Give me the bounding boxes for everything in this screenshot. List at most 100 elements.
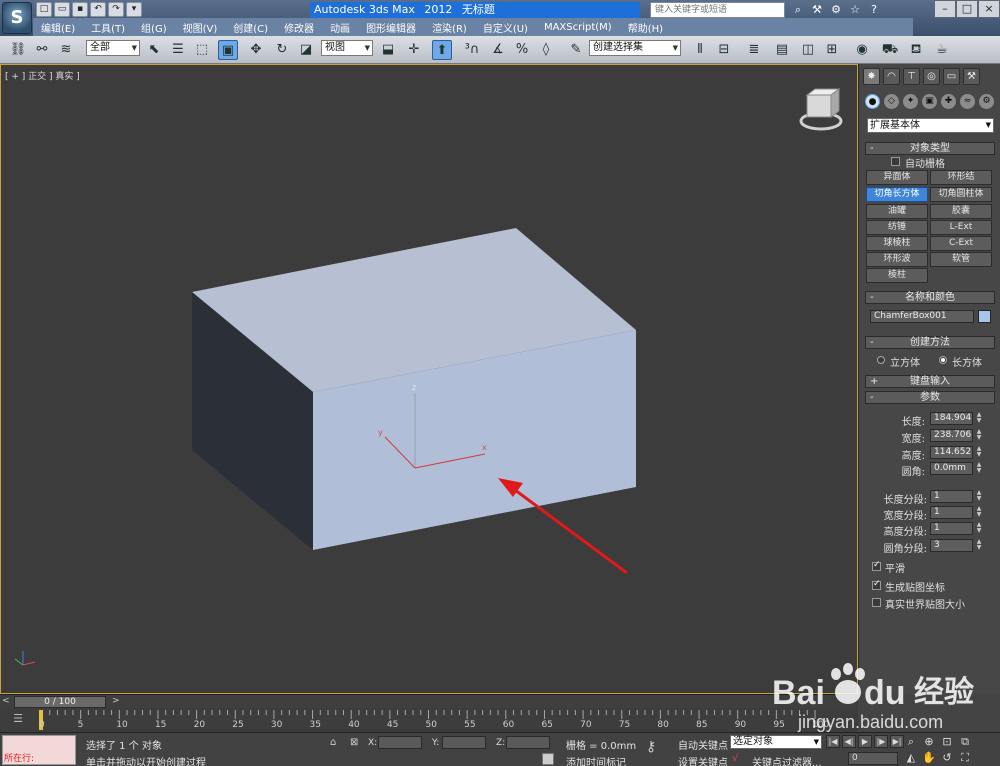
select-object-icon[interactable]: ⬉ — [144, 40, 164, 60]
ringwave-button[interactable]: 环形波 — [866, 252, 928, 267]
help-icon[interactable]: ? — [866, 2, 882, 17]
length-field[interactable]: 184.904m — [930, 412, 973, 425]
maximize-icon[interactable]: □ — [956, 0, 978, 18]
y-coord-field[interactable] — [442, 736, 486, 749]
key-selection-set-select[interactable]: 选定对象 — [730, 735, 822, 749]
parameters-rollout-header[interactable]: - 参数 — [865, 391, 995, 404]
pan-icon[interactable]: ✋ — [922, 751, 936, 765]
named-selection-select[interactable]: 创建选择集 — [589, 40, 681, 56]
add-time-tag-button[interactable]: 添加时间标记 — [566, 754, 626, 766]
render-production-icon[interactable]: ☕ — [932, 40, 952, 60]
layer-manager-icon[interactable]: ≣ — [744, 40, 764, 60]
width-segs-field[interactable]: 1 — [930, 506, 973, 519]
field-of-view-icon[interactable]: ◭ — [904, 751, 918, 765]
open-file-icon[interactable]: ▭ — [54, 2, 70, 17]
snaps-toggle-icon[interactable]: ³∩ — [462, 40, 482, 60]
height-segs-field[interactable]: 1 — [930, 522, 973, 535]
minimize-icon[interactable]: – — [934, 0, 956, 18]
rendered-frame-icon[interactable]: ⛾ — [906, 40, 926, 60]
viewcube-icon[interactable] — [799, 88, 843, 131]
x-coord-field[interactable] — [378, 736, 422, 749]
mirror-icon[interactable]: ⫴ — [690, 40, 710, 60]
align-icon[interactable]: ⊟ — [714, 40, 734, 60]
fillet-spinner-icon[interactable]: ▲ ▼ — [975, 462, 983, 475]
binoculars-icon[interactable]: ⌕ — [790, 2, 806, 17]
motion-tab-icon[interactable]: ◎ — [923, 68, 940, 85]
undo-icon[interactable]: ↶ — [90, 2, 106, 17]
new-file-icon[interactable]: □ — [36, 2, 52, 17]
curve-editor-icon[interactable]: ◫ — [798, 40, 818, 60]
display-tab-icon[interactable]: ▭ — [943, 68, 960, 85]
next-frame-icon[interactable]: |▶ — [874, 735, 888, 748]
menu-tools[interactable]: 工具(T) — [83, 20, 133, 35]
menu-create[interactable]: 创建(C) — [225, 20, 276, 35]
percent-snap-icon[interactable]: % — [512, 40, 532, 60]
set-key-button[interactable]: 设置关键点 — [678, 754, 728, 766]
autogrid-checkbox[interactable] — [891, 157, 900, 166]
graphite-ribbon-icon[interactable]: ▤ — [772, 40, 792, 60]
close-icon[interactable]: × — [978, 0, 1000, 18]
qa-dropdown-icon[interactable]: ▾ — [126, 2, 142, 17]
star-icon[interactable]: ☆ — [847, 2, 863, 17]
gengon-button[interactable]: 球棱柱 — [866, 236, 928, 251]
zoom-icon[interactable]: ⌕ — [904, 735, 918, 749]
pivot-center-icon[interactable]: ⬓ — [378, 40, 398, 60]
scale-icon[interactable]: ◪ — [296, 40, 316, 60]
rotate-icon[interactable]: ↻ — [272, 40, 292, 60]
menu-customize[interactable]: 自定义(U) — [475, 20, 536, 35]
real-world-checkbox[interactable] — [872, 598, 881, 607]
time-slider-thumb[interactable]: 0 / 100 — [14, 696, 106, 708]
prev-frame-icon[interactable]: ◀| — [842, 735, 856, 748]
lights-icon[interactable]: ✦ — [903, 94, 918, 109]
l-ext-button[interactable]: L-Ext — [930, 220, 992, 235]
menu-help[interactable]: 帮助(H) — [620, 20, 671, 35]
bind-space-warp-icon[interactable]: ≋ — [56, 40, 76, 60]
creation-method-rollout-header[interactable]: - 创建方法 — [865, 336, 995, 349]
modify-tab-icon[interactable]: ◠ — [883, 68, 900, 85]
keyboard-entry-rollout-header[interactable]: + 键盘输入 — [865, 375, 995, 388]
height-segs-spinner-icon[interactable]: ▲ ▼ — [975, 522, 983, 535]
key-filters-button[interactable]: 关键点过滤器... — [752, 754, 822, 766]
selection-filter-select[interactable]: 全部 — [86, 40, 140, 56]
length-segs-spinner-icon[interactable]: ▲ ▼ — [975, 490, 983, 503]
object-type-rollout-header[interactable]: - 对象类型 — [865, 142, 995, 155]
wrench-icon[interactable]: ⚒ — [809, 2, 825, 17]
connect-icon[interactable]: ⚙ — [828, 2, 844, 17]
fillet-segs-spinner-icon[interactable]: ▲ ▼ — [975, 539, 983, 552]
height-field[interactable]: 114.652m — [930, 446, 973, 459]
geometry-category-select[interactable]: 扩展基本体 — [867, 118, 994, 133]
current-frame-field[interactable]: 0 — [848, 752, 898, 765]
track-bar[interactable]: ☰ 0 5 10 15 20 25 30 35 40 45 50 55 60 65 70 75 80 85 90 95… — [0, 708, 858, 732]
smooth-checkbox[interactable] — [872, 560, 881, 571]
chamfer-box-button[interactable]: 切角长方体 — [866, 187, 928, 202]
gen-mapping-checkbox[interactable] — [872, 579, 881, 590]
object-color-swatch[interactable] — [978, 310, 991, 323]
zoom-all-icon[interactable]: ⊕ — [922, 735, 936, 749]
spindle-button[interactable]: 纺锤 — [866, 220, 928, 235]
create-tab-icon[interactable]: ✸ — [863, 68, 880, 85]
c-ext-button[interactable]: C-Ext — [930, 236, 992, 251]
maximize-viewport-icon[interactable]: ⛶ — [958, 751, 972, 765]
zoom-extents-icon[interactable]: ⊡ — [940, 735, 954, 749]
menu-modifiers[interactable]: 修改器 — [276, 20, 322, 35]
unlink-icon[interactable]: ⚯ — [32, 40, 52, 60]
space-warps-icon[interactable]: ≈ — [960, 94, 975, 109]
fillet-field[interactable]: 0.0mm — [930, 462, 973, 475]
systems-icon[interactable]: ⚙ — [979, 94, 994, 109]
helpers-icon[interactable]: ✚ — [941, 94, 956, 109]
cameras-icon[interactable]: ▣ — [922, 94, 937, 109]
menu-maxscript[interactable]: MAXScript(M) — [536, 22, 620, 33]
menu-views[interactable]: 视图(V) — [175, 20, 226, 35]
menu-group[interactable]: 组(G) — [133, 20, 175, 35]
time-slider[interactable]: < 0 / 100 > — [0, 694, 858, 708]
perspective-viewport[interactable]: [ + ] 正交 ] 真实 ] z x y — [0, 64, 858, 694]
window-crossing-icon[interactable]: ▣ — [218, 40, 238, 60]
rect-selection-icon[interactable]: ⬚ — [192, 40, 212, 60]
shapes-icon[interactable]: ◇ — [884, 94, 899, 109]
go-to-end-icon[interactable]: ▶| — [890, 735, 904, 748]
move-icon[interactable]: ✥ — [246, 40, 266, 60]
key-filter-icon[interactable]: √ — [732, 753, 738, 764]
zoom-extents-all-icon[interactable]: ⧉ — [958, 735, 972, 749]
schematic-view-icon[interactable]: ⊞ — [822, 40, 842, 60]
absolute-mode-icon[interactable]: ⊠ — [350, 737, 358, 748]
